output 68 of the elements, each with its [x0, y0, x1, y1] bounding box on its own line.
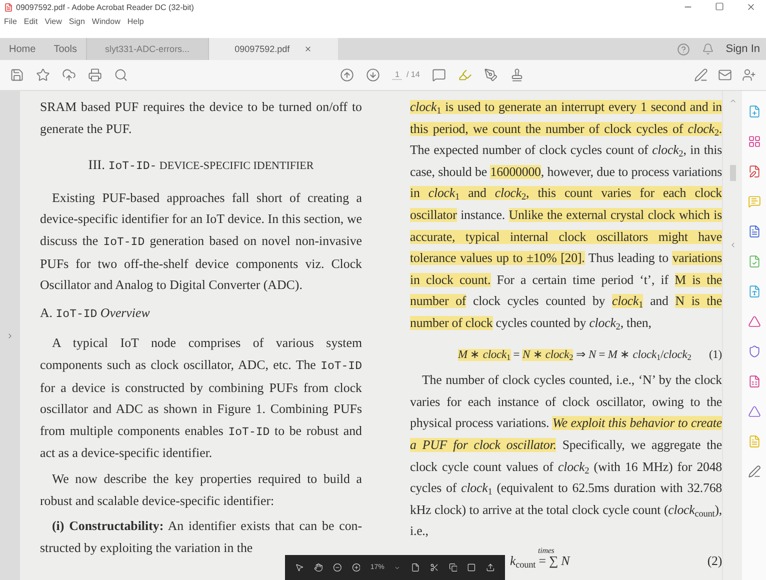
pen-icon[interactable] — [748, 465, 760, 478]
scroll-up-icon[interactable] — [728, 97, 736, 105]
file-edit-icon[interactable] — [748, 165, 760, 178]
triangle-icon[interactable] — [748, 405, 760, 418]
paragraph: SRAM based PUF requires the device to be turned on/off to generate the PUF. — [40, 99, 362, 138]
add-user-icon[interactable] — [742, 68, 756, 82]
paragraph: The number of clock cycles counted, i.e., ‘N’ by the clock varies for each instance of clock oscillator, owing to the physical process variations. We exploit this behavior to create a PUF for clock oscillator. Specifically, we aggregate the clock cycle count values of clock$_{2}$ (with 16 MHz) for 2048 cycles of clock$_{1}$ (equivalent to 62.5ms duration with 32.768 kHz clock) to arrive at the total clock cycle count (clock$_{count}$), i.e., — [410, 372, 722, 540]
menu-item[interactable]: Window — [92, 16, 120, 26]
document-tab[interactable]: 09097592.pdf — [208, 38, 338, 60]
copy-icon[interactable] — [448, 562, 458, 573]
search-icon[interactable] — [114, 68, 128, 82]
section-heading: III. IoT-ID- DEVICE-SPECIFIC IDENTIFIER — [87, 156, 315, 176]
file-type-icon[interactable] — [748, 285, 760, 298]
upload-icon[interactable] — [486, 562, 496, 573]
zoom-out-icon[interactable] — [332, 562, 342, 573]
comment-icon[interactable] — [432, 68, 446, 82]
paragraph: (i) Constructability: An identifier exists that can be con-structed by exploiting the variation in the — [40, 518, 362, 557]
zoom-in-icon[interactable] — [352, 562, 360, 573]
shield-icon[interactable] — [748, 345, 760, 358]
hand-icon[interactable] — [314, 562, 323, 573]
pointer-icon[interactable] — [295, 562, 304, 573]
menu-item[interactable]: Edit — [24, 16, 38, 26]
triangle-icon[interactable] — [748, 315, 760, 328]
equation-number: (1) — [708, 348, 722, 363]
star-icon[interactable] — [36, 68, 50, 82]
equation: k$_{count}$ = ∑ N — [510, 554, 570, 569]
highlighter-icon[interactable] — [458, 68, 472, 82]
file-plus-icon[interactable] — [748, 105, 760, 118]
close-icon[interactable] — [746, 2, 756, 12]
equation-number: (2) — [707, 552, 722, 569]
pdf-icon — [4, 2, 13, 12]
print-icon[interactable] — [88, 68, 102, 82]
previous-page-icon[interactable] — [340, 68, 354, 82]
file-check-icon[interactable] — [748, 255, 760, 268]
paragraph: Existing PUF-based approaches fall short of creating a device-specific identifier for an IoT device. In this section, we discuss the IoT-ID generation based on novel non-invasive PUFs for two off-the-shelf device components viz. Clock Oscillator and Analog to Digital Converter (ADC). — [40, 190, 362, 294]
menu-item[interactable]: View — [44, 16, 62, 26]
maximize-icon[interactable] — [715, 2, 724, 11]
page-icon[interactable] — [410, 562, 420, 573]
spreadsheet-icon[interactable] — [748, 375, 760, 388]
scissors-icon[interactable] — [430, 562, 438, 573]
bell-icon[interactable] — [702, 43, 714, 55]
nav-link[interactable]: Tools — [44, 38, 86, 60]
scrollbar-thumb[interactable] — [730, 165, 736, 181]
next-page-icon[interactable] — [366, 68, 380, 82]
summation-limit: times — [538, 544, 554, 556]
close-icon[interactable] — [304, 45, 312, 53]
document-icon[interactable] — [748, 225, 760, 238]
layout-icon[interactable] — [748, 135, 760, 148]
sign-in-link[interactable]: Sign In — [726, 43, 760, 55]
page-count: / 14 — [406, 70, 420, 80]
paragraph: A typical IoT node comprises of various system components such as clock oscillator, ADC, etc. The IoT-ID for a device is constructed by combining PUFs from clock oscillator and ADC as shown in Figure 1. Combining PUFs from multiple components enables IoT-ID to be robust and act as a device-specific identifier. — [40, 335, 362, 462]
menu-item[interactable]: Help — [127, 16, 144, 26]
pen-icon[interactable] — [484, 68, 498, 82]
menu-item[interactable]: Sign — [68, 16, 85, 26]
help-icon[interactable] — [676, 42, 690, 56]
window-title: 09097592.pdf - Adobe Acrobat Reader DC (32-bit) — [16, 2, 195, 12]
sign-icon[interactable] — [694, 68, 708, 82]
expand-icon[interactable] — [6, 332, 14, 340]
paragraph: clock$_{1}$ is used to generate an interrupt every 1 second and in this period, we count the number of clock cycles of clock$_{2}$. The expected number of clock cycles count of clock$_{2}$, in this case, should be 16000000, however, due to process variations in clock$_{1}$ and clock$_{2}$, this count varies for each clock oscillator instance. Unlike the external crystal clock which is accurate, typical internal clock oscillators might have tolerance values up to ±10% [20]. Thus leading to variations in clock count. For a certain time period ‘t’, if M is the number of clock cycles counted by clock$_{1}$ and N is the number of clock cycles counted by clock$_{2}$, then, — [410, 99, 722, 334]
mail-icon[interactable] — [718, 68, 732, 82]
stamp-icon[interactable] — [510, 68, 524, 82]
menu-item[interactable]: File — [4, 16, 17, 26]
save-icon[interactable] — [10, 68, 24, 82]
paragraph: We now describe the key properties required to build a robust and scalable device-specific identifier: — [40, 470, 362, 510]
frame-icon[interactable] — [467, 562, 476, 573]
subsection-heading: A. IoT-ID Overview — [40, 304, 151, 323]
equation: M ∗ clock$_{1}$ = N ∗ clock$_{2}$ ⇒ N = M ∗ clock$_{1}$/clock$_{2}$ — [458, 348, 692, 364]
nav-link[interactable]: Home — [0, 38, 45, 60]
